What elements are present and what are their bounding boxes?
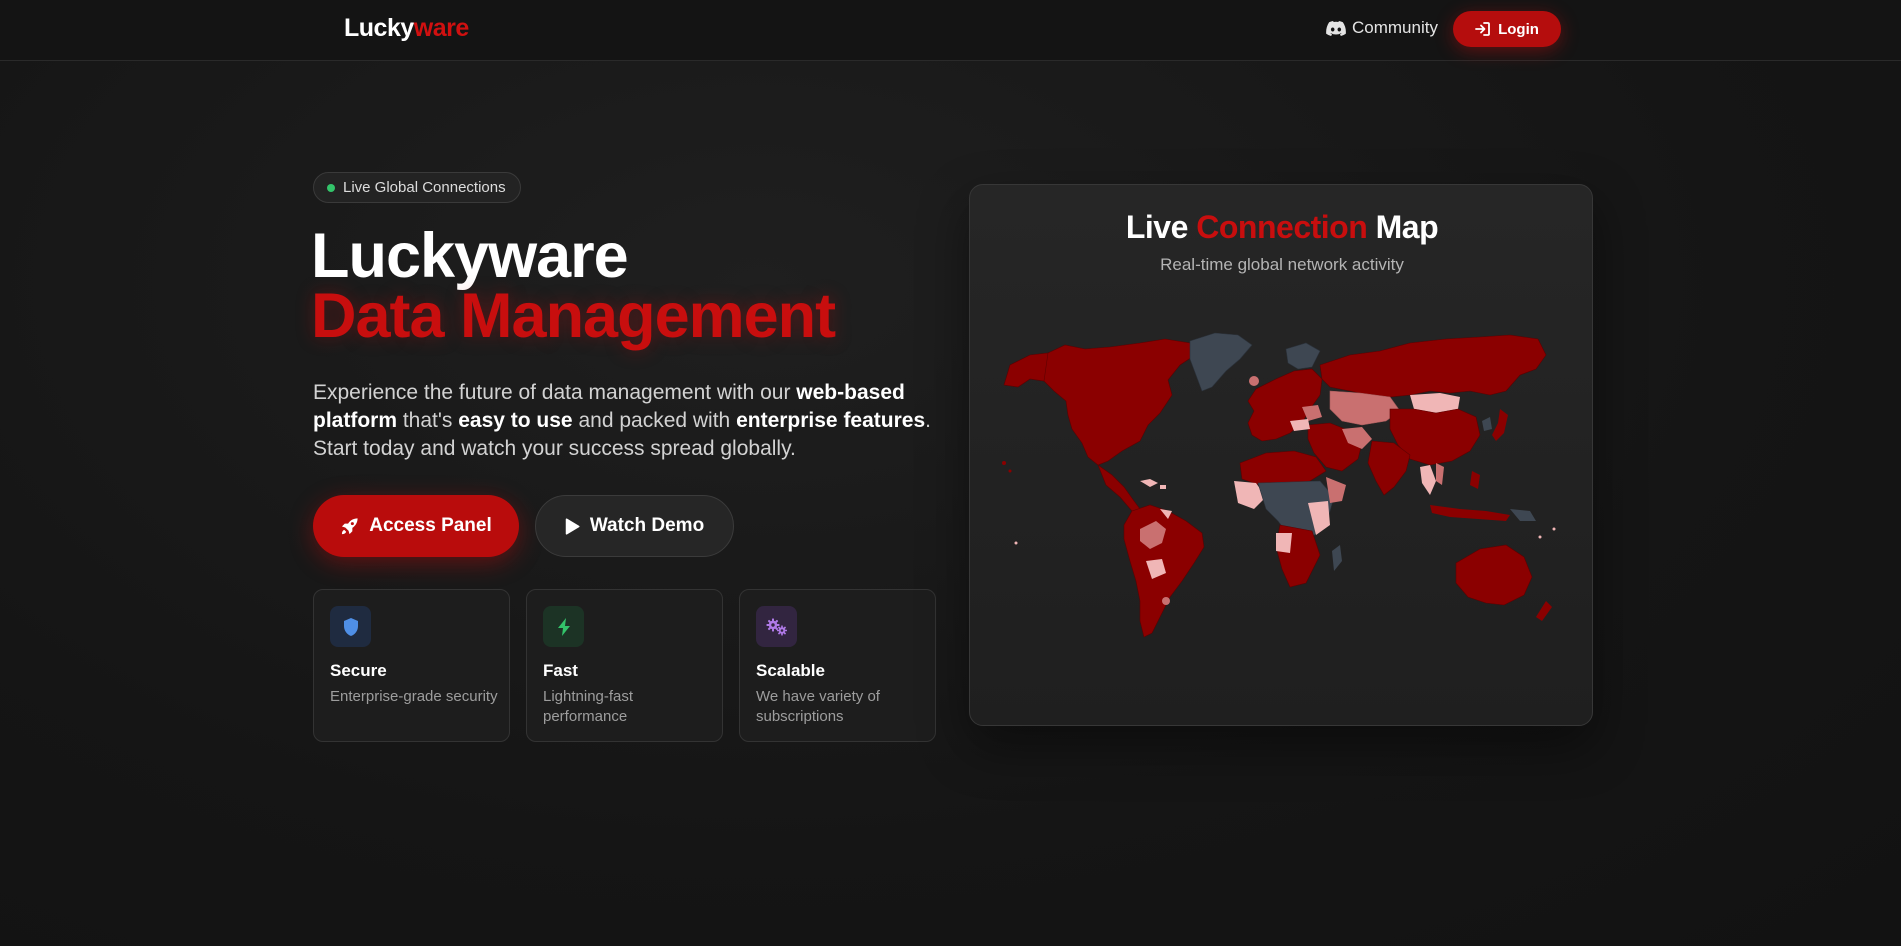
login-label: Login	[1498, 20, 1539, 38]
map-region-central-america[interactable]	[1097, 464, 1141, 512]
hero-title-accent: Data Management	[311, 281, 836, 351]
map-region-greenland[interactable]	[1189, 332, 1253, 392]
desc-text: Experience the future of data management…	[313, 381, 797, 404]
world-map[interactable]	[990, 325, 1574, 665]
map-subtitle: Real-time global network activity	[1160, 255, 1404, 274]
watch-demo-button[interactable]: Watch Demo	[535, 495, 734, 557]
top-navbar: Luckyware Community Login	[0, 0, 1901, 61]
map-region-australia[interactable]	[1455, 544, 1533, 606]
desc-text: and packed with	[572, 409, 737, 432]
map-region-new-zealand[interactable]	[1536, 601, 1552, 621]
community-label: Community	[1352, 18, 1438, 37]
map-region-vietnam[interactable]	[1436, 463, 1444, 485]
badge-label: Live Global Connections	[343, 179, 506, 196]
gears-icon	[756, 606, 797, 647]
brand-logo[interactable]: Luckyware	[344, 14, 469, 43]
rocket-icon	[342, 517, 358, 534]
map-region-papua[interactable]	[1510, 509, 1536, 521]
map-region-island	[1002, 461, 1006, 465]
map-region-iceland[interactable]	[1249, 376, 1259, 386]
map-region-indonesia[interactable]	[1430, 505, 1510, 521]
map-region-north-africa[interactable]	[1239, 450, 1327, 486]
live-connections-badge: Live Global Connections	[313, 172, 521, 203]
logo-text-main: Lucky	[344, 14, 414, 42]
feature-title: Secure	[330, 661, 387, 680]
map-region-island	[1008, 469, 1012, 473]
feature-title: Scalable	[756, 661, 825, 680]
map-region-island	[1538, 535, 1542, 539]
feature-desc: Lightning-fast performance	[543, 688, 634, 725]
map-region-north-america[interactable]	[1025, 338, 1196, 466]
map-region-korea[interactable]	[1482, 417, 1492, 431]
bolt-icon	[543, 606, 584, 647]
hero-title: Luckyware	[311, 221, 629, 291]
discord-icon	[1326, 20, 1346, 36]
shield-icon	[330, 606, 371, 647]
feature-card-scalable: Scalable We have variety of subscription…	[739, 589, 936, 742]
map-region-russia[interactable]	[1319, 334, 1547, 398]
map-region-island	[1014, 541, 1018, 545]
map-region-caribbean[interactable]	[1140, 479, 1166, 489]
logo-text-accent: ware	[413, 14, 469, 42]
map-region-philippines[interactable]	[1470, 471, 1480, 489]
map-region-scandinavia[interactable]	[1285, 342, 1321, 370]
login-button[interactable]: Login	[1453, 11, 1561, 47]
map-title-text: Live	[1125, 209, 1197, 245]
desc-bold: enterprise features	[736, 409, 926, 432]
map-title-text: Map	[1367, 209, 1439, 245]
map-region-uruguay[interactable]	[1162, 597, 1170, 605]
map-region-madagascar[interactable]	[1332, 545, 1342, 571]
feature-desc: We have variety of subscriptions	[756, 688, 880, 725]
map-region-alaska[interactable]	[1003, 352, 1049, 388]
map-title: Live Connection Map	[970, 209, 1594, 246]
sign-in-icon	[1475, 22, 1490, 36]
desc-bold: easy to use	[458, 409, 573, 432]
feature-card-fast: Fast Lightning-fast performance	[526, 589, 723, 742]
watch-demo-label: Watch Demo	[589, 515, 705, 536]
map-region-island	[1552, 527, 1556, 531]
map-region-angola[interactable]	[1276, 533, 1292, 553]
community-link[interactable]: Community	[1326, 18, 1438, 38]
hero-description: Experience the future of data management…	[313, 379, 943, 463]
status-dot-icon	[327, 183, 335, 192]
access-panel-button[interactable]: Access Panel	[313, 495, 519, 557]
connection-map-card: Live Connection Map Real-time global net…	[969, 184, 1593, 726]
map-title-accent: Connection	[1196, 209, 1368, 245]
play-icon	[565, 517, 580, 535]
access-panel-label: Access Panel	[369, 515, 492, 536]
feature-card-secure: Secure Enterprise-grade security	[313, 589, 510, 742]
feature-title: Fast	[543, 661, 578, 680]
desc-text: that's	[397, 409, 459, 432]
map-region-ukraine[interactable]	[1302, 405, 1322, 421]
map-region-japan[interactable]	[1492, 409, 1508, 441]
feature-desc: Enterprise-grade security	[330, 688, 498, 705]
map-region-thailand[interactable]	[1420, 465, 1436, 495]
